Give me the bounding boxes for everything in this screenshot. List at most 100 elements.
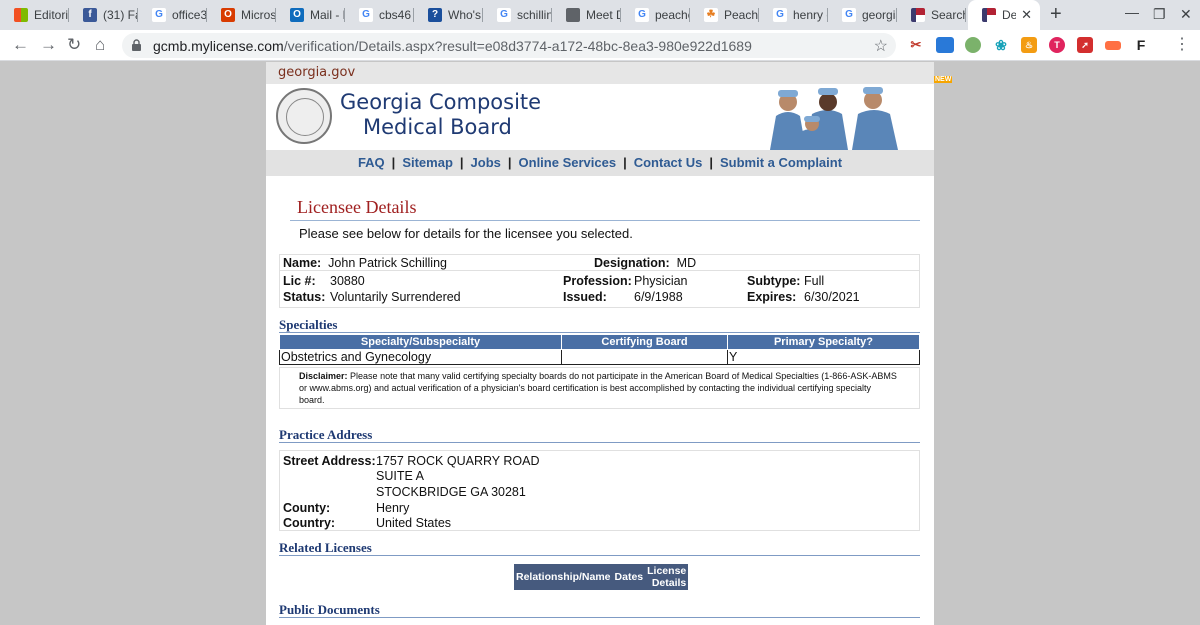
practice-address-divider (279, 442, 920, 443)
board-name[interactable]: Georgia Composite Medical Board (340, 90, 541, 140)
license-number: 30880 (330, 274, 365, 288)
url-text: gcmb.mylicense.com/verification/Details.… (153, 38, 752, 54)
news-extension-icon[interactable] (936, 37, 954, 53)
subtype-label: Subtype: (747, 274, 801, 288)
new-tab-button[interactable]: + (1050, 3, 1062, 25)
tab-separator (965, 8, 966, 22)
profession-label: Profession: (563, 274, 632, 288)
specialties-divider (279, 332, 920, 333)
disclaimer-text: Disclaimer: Please note that many valid … (299, 371, 897, 405)
tab-title: (31) Fa (103, 8, 138, 22)
street-line-3: STOCKBRIDGE GA 30281 (376, 485, 526, 499)
intro-text: Please see below for details for the lic… (299, 226, 633, 241)
tab-title: Det (1002, 8, 1016, 22)
page-title: Licensee Details (297, 197, 417, 217)
col-primary-specialty: Primary Specialty? (727, 334, 920, 350)
menu-jobs[interactable]: Jobs (471, 155, 501, 170)
flower-extension-icon[interactable]: ❀ (993, 37, 1009, 53)
google-icon: G (773, 8, 787, 22)
tab-13[interactable]: Search (897, 0, 966, 30)
tab-9[interactable]: Gpeachc (621, 0, 690, 30)
f-extension-icon[interactable]: F (1133, 37, 1149, 53)
col-relationship-name: Relationship/Name (514, 564, 613, 590)
tab-title: henry c (793, 8, 828, 22)
county-label: County: (283, 501, 331, 515)
tab-10[interactable]: ☘ Peachc (690, 0, 759, 30)
google-icon: G (497, 8, 511, 22)
county: Henry (376, 501, 410, 515)
tab-6[interactable]: ? Who's (414, 0, 483, 30)
evernote-extension-icon[interactable] (965, 37, 981, 53)
menu-icon[interactable]: ⋮ (1174, 35, 1190, 55)
tab-4[interactable]: O Mail - R (276, 0, 345, 30)
web-page: georgia.gov Georgia Composite Medical Bo… (266, 62, 934, 625)
tab-5[interactable]: Gcbs46 (345, 0, 414, 30)
t-extension-icon[interactable]: T (1049, 37, 1065, 53)
tab-title: Editoria (34, 8, 69, 22)
tab-8[interactable]: Meet D (552, 0, 621, 30)
flag-icon (982, 8, 996, 22)
forward-icon[interactable]: → (40, 35, 57, 55)
menu-submit-complaint[interactable]: Submit a Complaint (720, 155, 842, 170)
bookmark-star-icon[interactable]: ☆ (874, 36, 888, 56)
window-close-icon[interactable]: ✕ (1180, 6, 1192, 23)
office-icon: O (221, 8, 235, 22)
tab-title: georgia (862, 8, 897, 22)
tab-7[interactable]: Gschillin (483, 0, 552, 30)
peach-icon: ☘ (704, 8, 718, 22)
rss-extension-icon[interactable]: ♨ (1021, 37, 1037, 53)
tab-1[interactable]: f (31) Fa (69, 0, 138, 30)
flag-icon (911, 8, 925, 22)
tab-title: Meet D (586, 8, 621, 22)
home-icon[interactable]: ⌂ (95, 35, 105, 55)
license-status: Voluntarily Surrendered (330, 290, 461, 304)
scissors-extension-icon[interactable]: ✂ (908, 37, 924, 53)
street-address-label: Street Address: (283, 454, 376, 468)
red-extension-icon[interactable] (1105, 41, 1121, 50)
tab-title: schillin (517, 8, 552, 22)
specialty-cell: Obstetrics and Gynecology (279, 349, 562, 365)
pdf-extension-icon[interactable]: ➚ (1077, 37, 1093, 53)
reload-icon[interactable]: ↻ (67, 35, 81, 55)
address-bar[interactable]: gcmb.mylicense.com/verification/Details.… (122, 33, 896, 58)
title-divider (290, 220, 920, 221)
tab-title: cbs46 (379, 8, 412, 22)
google-icon: G (152, 8, 166, 22)
issued-label: Issued: (563, 290, 607, 304)
outlook-icon: O (290, 8, 304, 22)
minimize-icon[interactable]: — (1125, 4, 1139, 20)
subtype: Full (804, 274, 825, 288)
tab-14[interactable]: Det ✕ (968, 0, 1040, 30)
status-label: Status: (283, 290, 326, 304)
expires-date: 6/30/2021 (804, 290, 860, 304)
street-line-1: 1757 ROCK QUARRY ROAD (376, 454, 540, 468)
doctors-photo (766, 84, 906, 150)
menu-contact-us[interactable]: Contact Us (634, 155, 703, 170)
tab-title: office3 (172, 8, 207, 22)
restore-icon[interactable]: ❐ (1153, 6, 1166, 23)
menu-faq[interactable]: FAQ (358, 155, 385, 170)
related-licenses-heading: Related Licenses (279, 540, 372, 555)
new-badge: NEW (934, 76, 953, 83)
issued-date: 6/9/1988 (634, 290, 683, 304)
lock-icon (132, 39, 141, 51)
close-tab-icon[interactable]: ✕ (1021, 7, 1032, 23)
tab-11[interactable]: Ghenry c (759, 0, 828, 30)
tab-12[interactable]: Ggeorgia (828, 0, 897, 30)
col-specialty: Specialty/Subspecialty (279, 334, 562, 350)
browser-toolbar: ← → ↻ ⌂ gcmb.mylicense.com/verification/… (0, 30, 1200, 83)
tab-3[interactable]: O Micros (207, 0, 276, 30)
back-icon[interactable]: ← (12, 35, 29, 55)
col-dates: Dates (612, 564, 646, 590)
public-documents-heading: Public Documents (279, 602, 380, 617)
google-icon: G (359, 8, 373, 22)
license-number-label: Lic #: (283, 274, 316, 288)
tab-title: Mail - R (310, 8, 345, 22)
tab-0[interactable]: Editoria (0, 0, 69, 30)
georgia-gov-logo[interactable]: georgia.gov (278, 65, 355, 80)
menu-sitemap[interactable]: Sitemap (402, 155, 453, 170)
menu-online-services[interactable]: Online Services (519, 155, 617, 170)
specialties-heading: Specialties (279, 317, 338, 332)
tab-2[interactable]: Goffice3 (138, 0, 207, 30)
generic-icon: ? (428, 8, 442, 22)
